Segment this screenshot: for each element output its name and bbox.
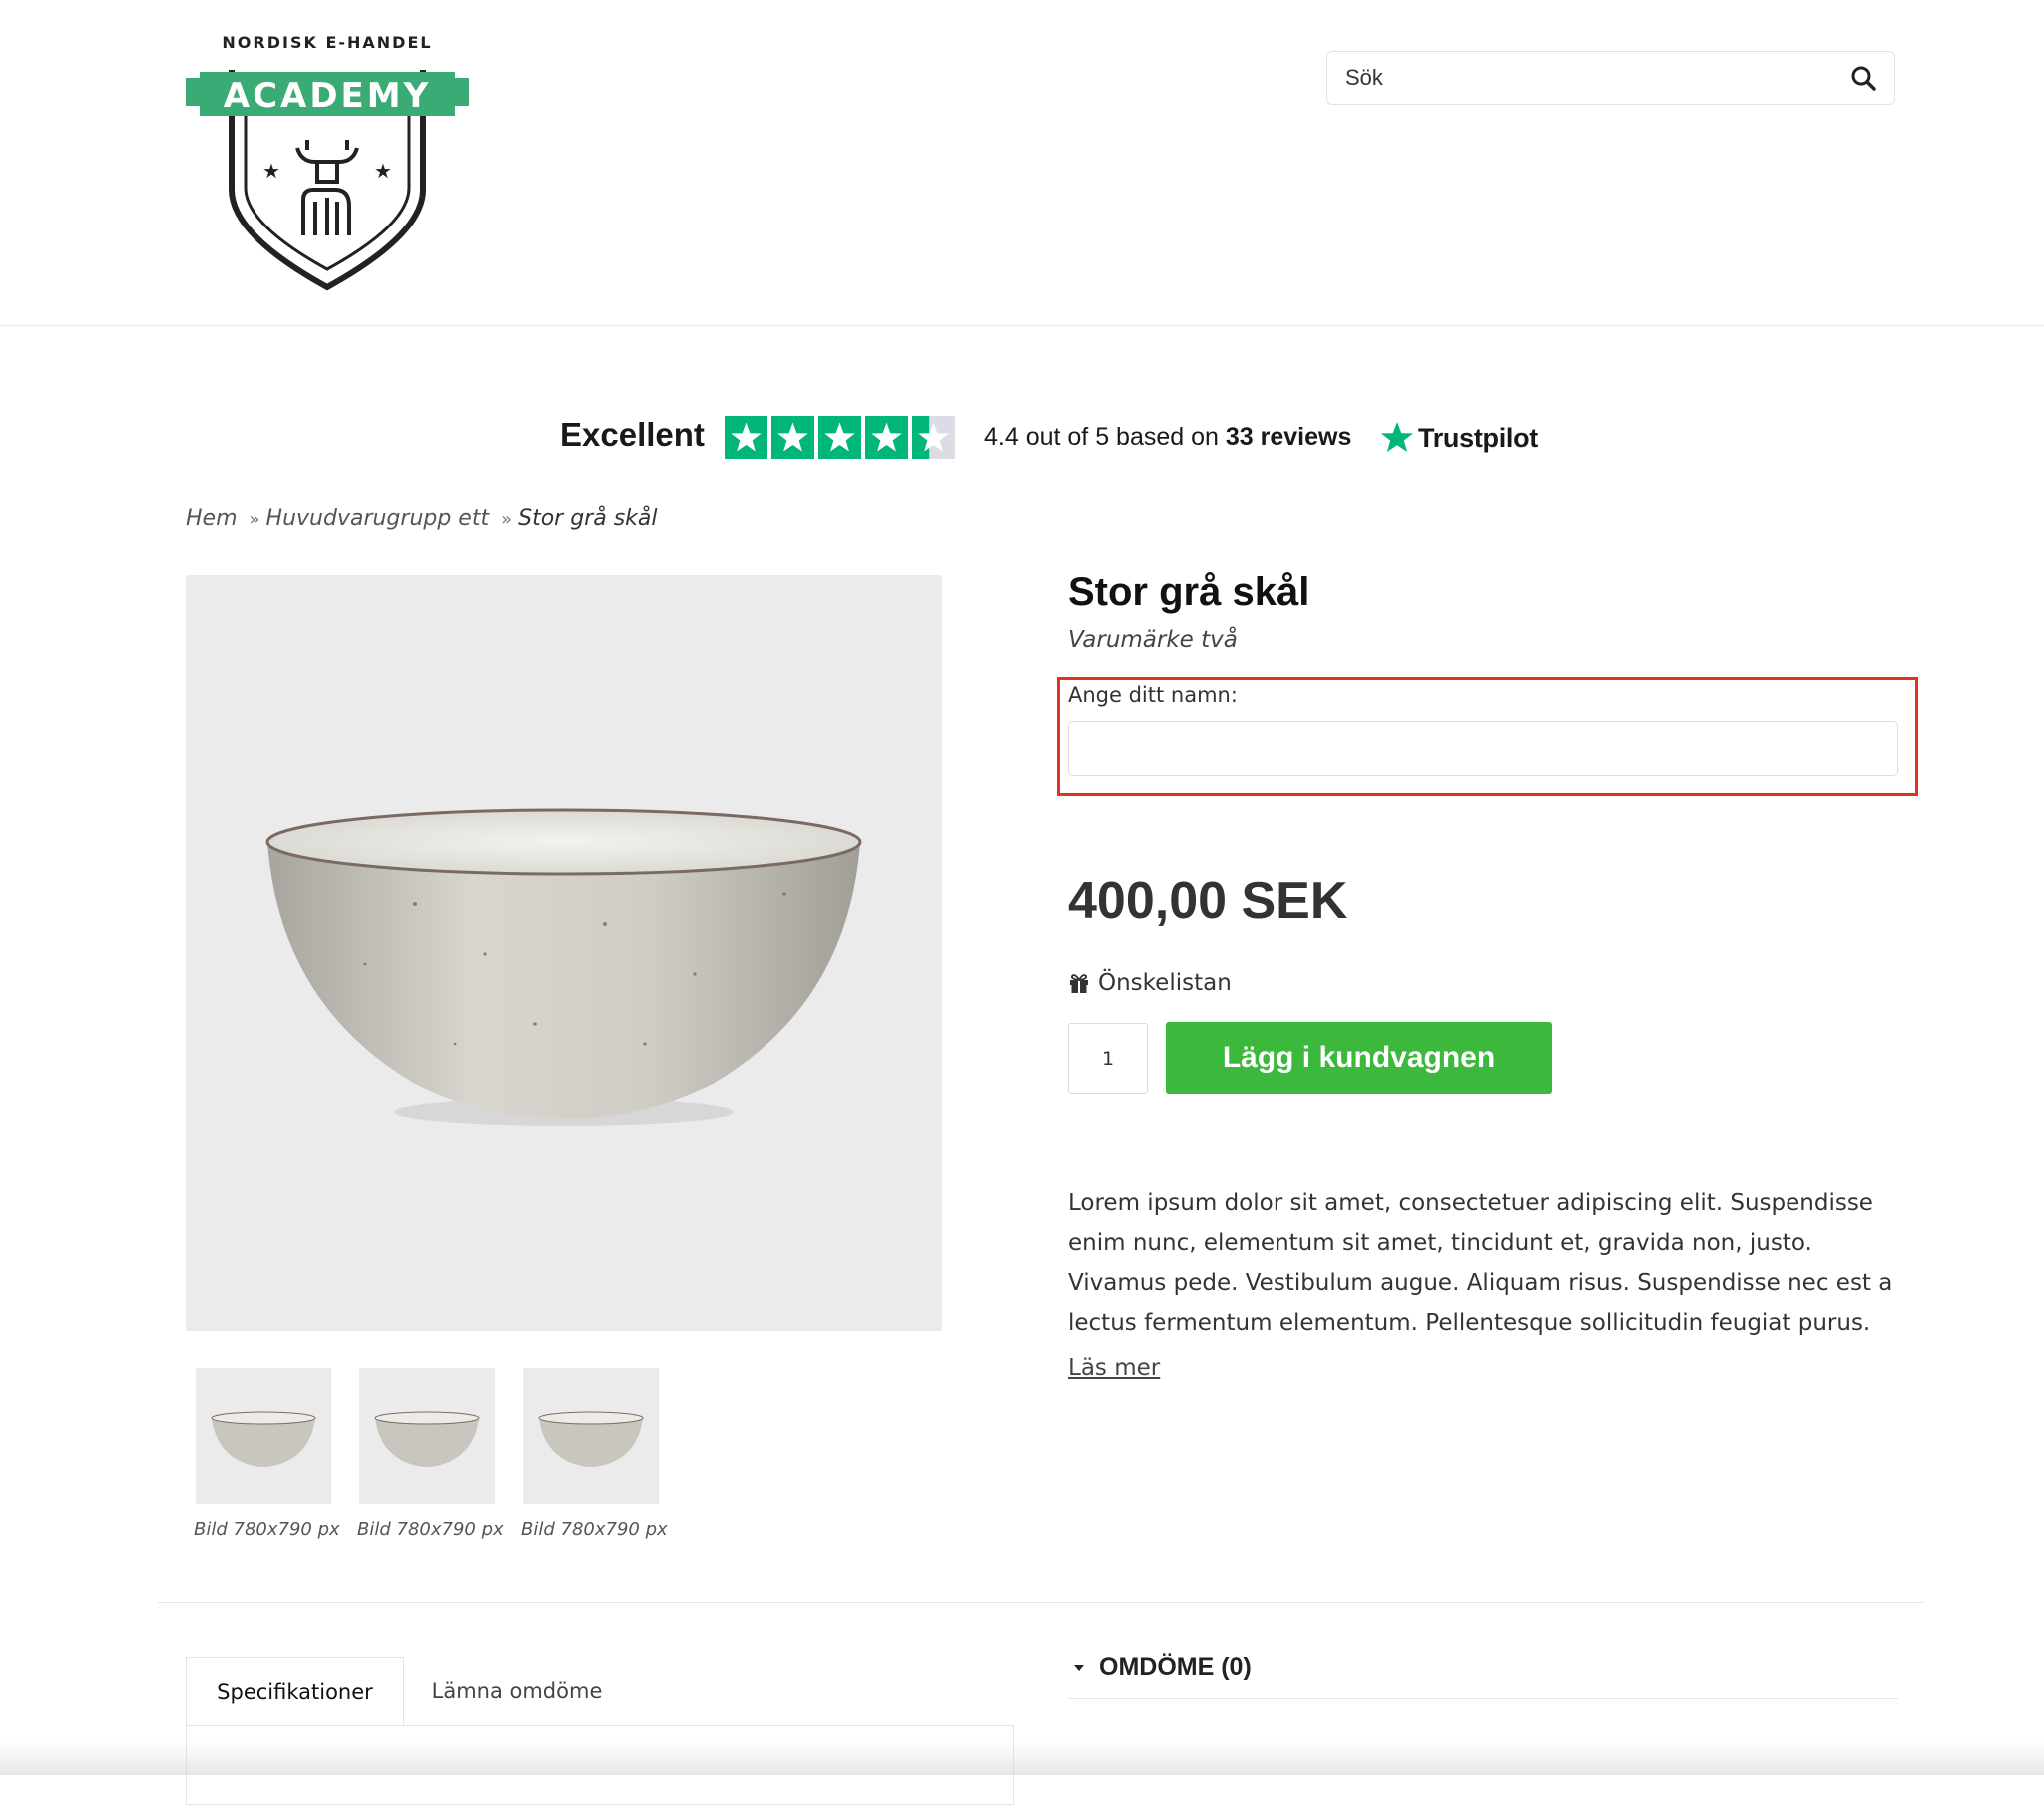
product-tabs: Specifikationer Lämna omdöme (186, 1657, 1014, 1805)
quantity-input[interactable] (1068, 1023, 1148, 1094)
bowl-image (265, 808, 862, 1126)
tab-panel (186, 1725, 1014, 1805)
search-box (1326, 51, 1895, 105)
breadcrumb-current: Stor grå skål (518, 506, 658, 531)
breadcrumb-separator: » (501, 509, 513, 530)
product-main-image[interactable] (186, 575, 942, 1331)
search-icon[interactable] (1850, 65, 1876, 91)
product-thumbnail[interactable] (196, 1368, 331, 1504)
reviews-toggle[interactable]: OMDÖME (0) (1073, 1653, 1252, 1682)
product-brand[interactable]: Varumärke två (1068, 627, 1238, 653)
product-thumbnail[interactable] (359, 1368, 495, 1504)
product-price: 400,00 SEK (1068, 872, 1348, 930)
breadcrumb-separator: » (249, 509, 260, 530)
tab-specifications[interactable]: Specifikationer (186, 1657, 404, 1725)
wishlist-link[interactable]: Önskelistan (1068, 970, 1232, 996)
trustpilot-review-count[interactable]: 33 reviews (1226, 423, 1352, 451)
trustpilot-score-text: 4.4 out of 5 based on (984, 423, 1219, 451)
trustpilot-score[interactable]: 4.4 out of 5 based on 33 reviews (984, 423, 1351, 452)
bowl-thumbnail-image (538, 1411, 644, 1467)
svg-text:★: ★ (374, 159, 392, 183)
read-more-link[interactable]: Läs mer (1068, 1355, 1160, 1381)
trustpilot-stars[interactable] (725, 416, 957, 459)
product-description: Lorem ipsum dolor sit amet, consectetuer… (1068, 1190, 1893, 1336)
thumbnail-caption: Bild 780x790 px (194, 1519, 340, 1540)
wishlist-label: Önskelistan (1098, 970, 1232, 996)
trustpilot-star-icon (1380, 422, 1414, 452)
trustpilot-rating-word: Excellent (560, 416, 705, 453)
trustpilot-brand-label: Trustpilot (1418, 422, 1538, 453)
tab-write-review[interactable]: Lämna omdöme (404, 1657, 630, 1725)
logo-top-text: NORDISK E-HANDEL (222, 33, 432, 52)
breadcrumb-home[interactable]: Hem (186, 506, 238, 531)
academy-logo[interactable]: NORDISK E-HANDEL ACADEMY ★ ★ (186, 30, 469, 291)
product-title: Stor grå skål (1068, 570, 1310, 614)
reviews-divider (1068, 1698, 1898, 1699)
reviews-heading: OMDÖME (0) (1099, 1653, 1252, 1681)
caret-down-icon (1074, 1664, 1084, 1671)
header-divider (0, 325, 2044, 326)
bowl-thumbnail-image (374, 1411, 480, 1467)
svg-text:★: ★ (262, 159, 280, 183)
add-to-cart-button[interactable]: Lägg i kundvagnen (1166, 1022, 1552, 1094)
bowl-thumbnail-image (211, 1411, 316, 1467)
name-field-label: Ange ditt namn: (1068, 683, 1238, 707)
thumbnail-caption: Bild 780x790 px (521, 1519, 668, 1540)
thumbnail-caption: Bild 780x790 px (357, 1519, 504, 1540)
logo-banner-text: ACADEMY (224, 76, 431, 116)
breadcrumb: Hem» Huvudvarugrupp ett» Stor grå skål (186, 506, 658, 531)
trustpilot-brand[interactable]: Trustpilot (1380, 418, 1538, 458)
search-input[interactable] (1345, 52, 1824, 104)
product-thumbnail[interactable] (523, 1368, 659, 1504)
name-field[interactable] (1068, 721, 1898, 776)
section-divider (158, 1602, 1924, 1603)
gift-icon (1070, 974, 1088, 993)
breadcrumb-category[interactable]: Huvudvarugrupp ett (266, 506, 490, 531)
